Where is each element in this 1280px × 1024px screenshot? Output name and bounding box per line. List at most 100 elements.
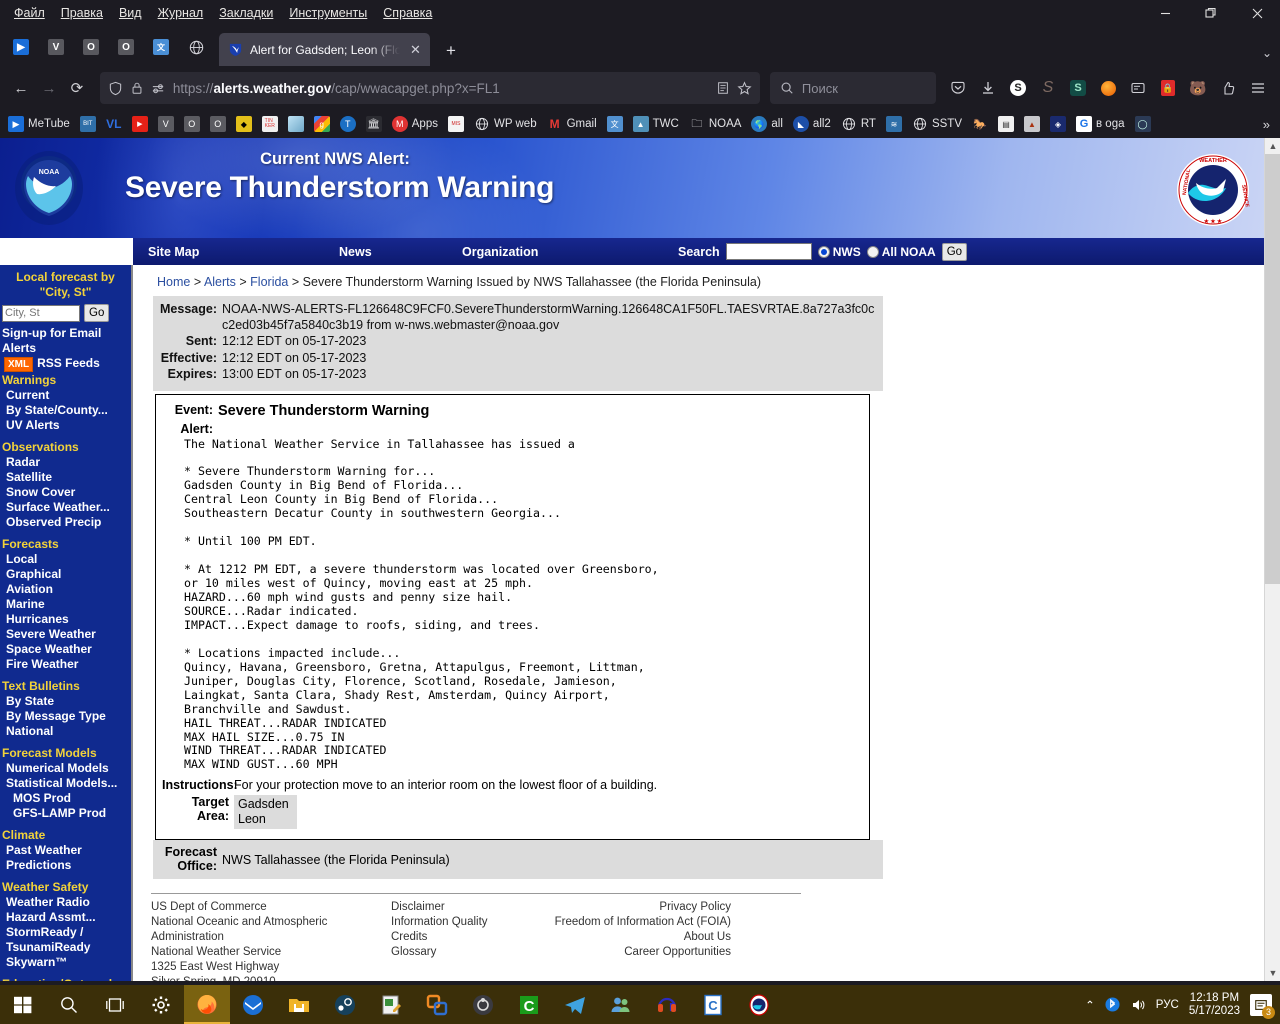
footer-link-credits[interactable]: Credits: [391, 930, 531, 945]
sidebar-item-space-weather[interactable]: Space Weather: [0, 642, 131, 657]
footer-link-privacy-policy[interactable]: Privacy Policy: [531, 900, 731, 915]
sidebar-item-observed-precip[interactable]: Observed Precip: [0, 515, 131, 530]
bookmark-v[interactable]: V: [154, 114, 178, 134]
bookmark-search-circle[interactable]: ◯: [1131, 114, 1155, 134]
sidebar-item-weather-radio[interactable]: Weather Radio: [0, 895, 131, 910]
bear-icon[interactable]: 🐻: [1184, 74, 1212, 102]
taskbar-c2-button[interactable]: C: [690, 985, 736, 1024]
start-button[interactable]: [0, 985, 46, 1024]
scroll-up-icon[interactable]: ▲: [1265, 138, 1280, 154]
tab-close-icon[interactable]: ✕: [407, 42, 424, 58]
taskbar-telegram-button[interactable]: [552, 985, 598, 1024]
bookmark-horse[interactable]: 🐎: [968, 114, 992, 134]
menu-item-tools[interactable]: Инструменты: [281, 4, 375, 22]
bluetooth-icon[interactable]: [1105, 997, 1120, 1012]
bookmark-apps[interactable]: M Apps: [388, 114, 442, 134]
nav-organization[interactable]: Organization: [462, 245, 538, 259]
bookmarks-overflow-icon[interactable]: »: [1263, 117, 1276, 132]
radio-allnoaa[interactable]: All NOAA: [866, 245, 936, 259]
site-search-input[interactable]: [725, 243, 812, 260]
taskbar-obs-button[interactable]: [460, 985, 506, 1024]
reader-view-icon[interactable]: [716, 81, 730, 95]
sidebar-item-radar[interactable]: Radar: [0, 455, 131, 470]
pinned-tab-translate[interactable]: 文: [144, 31, 178, 63]
radio-nws-button[interactable]: [817, 245, 830, 258]
sidebar-item-by-message-type[interactable]: By Message Type: [0, 709, 131, 724]
nav-site-map[interactable]: Site Map: [148, 245, 199, 259]
menu-item-history[interactable]: Журнал: [150, 4, 212, 22]
red-lock-icon[interactable]: 🔒: [1154, 74, 1182, 102]
bookmark-photo[interactable]: [284, 114, 308, 134]
bookmark-bank[interactable]: 🏛: [362, 114, 386, 134]
scroll-down-icon[interactable]: ▼: [1265, 965, 1280, 981]
bookmark-youtube[interactable]: ▶: [128, 114, 152, 134]
sidebar-item-snow-cover[interactable]: Snow Cover: [0, 485, 131, 500]
pinned-tab-o2[interactable]: O: [109, 31, 143, 63]
sidebar-item-satellite[interactable]: Satellite: [0, 470, 131, 485]
footer-link-disclaimer[interactable]: Disclaimer: [391, 900, 531, 915]
permissions-icon[interactable]: [151, 81, 166, 96]
sidebar-item-severe-weather[interactable]: Severe Weather: [0, 627, 131, 642]
sidebar-group-education-outreach[interactable]: Education/Outreach: [0, 976, 131, 981]
pinned-tab-globe[interactable]: [179, 31, 213, 63]
sidebar-item-statistical-models[interactable]: Statistical Models...: [0, 776, 131, 791]
menu-item-edit[interactable]: Правка: [53, 4, 111, 22]
bookmark-star-icon[interactable]: [737, 80, 752, 96]
bookmark-rt[interactable]: RT: [837, 114, 880, 134]
taskbar-audio-button[interactable]: [644, 985, 690, 1024]
sidebar-item-fire-weather[interactable]: Fire Weather: [0, 657, 131, 672]
sidebar-item-predictions[interactable]: Predictions: [0, 858, 131, 873]
nav-news[interactable]: News: [339, 245, 372, 259]
browser-tab-active[interactable]: Alert for Gadsden; Leon (Florida ✕: [219, 33, 430, 66]
footer-link-foia[interactable]: Freedom of Information Act (FOIA): [531, 915, 731, 930]
search-bar[interactable]: Поиск: [769, 72, 936, 104]
breadcrumb-alerts[interactable]: Alerts: [204, 275, 236, 289]
tab-list-chevron-icon[interactable]: ⌄: [1262, 46, 1272, 60]
sidebar-item-graphical[interactable]: Graphical: [0, 567, 131, 582]
footer-link-glossary[interactable]: Glossary: [391, 945, 531, 960]
menu-item-bookmarks[interactable]: Закладки: [211, 4, 281, 22]
taskbar-thunderbird-button[interactable]: [230, 985, 276, 1024]
notifications-button[interactable]: 3: [1250, 993, 1275, 1019]
app-menu-icon[interactable]: [1244, 74, 1272, 102]
bookmark-mountain[interactable]: ▲: [1020, 114, 1044, 134]
bookmark-all[interactable]: 🌎 all: [747, 114, 787, 134]
taskbar-nws-button[interactable]: [736, 985, 782, 1024]
taskbar-c-button[interactable]: C: [506, 985, 552, 1024]
bookmark-bitview[interactable]: BIT: [76, 114, 100, 134]
noaa-logo[interactable]: NOAA: [14, 150, 84, 226]
bookmark-calc[interactable]: ▤: [994, 114, 1018, 134]
sidebar-item-by-state[interactable]: By State: [0, 694, 131, 709]
thumbs-icon[interactable]: [1214, 74, 1242, 102]
sidebar-item-email-alerts[interactable]: Sign-up for Email Alerts: [0, 326, 131, 356]
menu-item-file[interactable]: Файл: [6, 4, 53, 22]
s-square-icon[interactable]: S: [1064, 74, 1092, 102]
sidebar-item-rss[interactable]: XML RSS Feeds: [0, 356, 131, 372]
orange-circle-icon[interactable]: [1094, 74, 1122, 102]
sidebar-item-surface-weather[interactable]: Surface Weather...: [0, 500, 131, 515]
new-tab-button[interactable]: +: [436, 36, 466, 66]
s-script-icon[interactable]: S: [1034, 74, 1062, 102]
bookmark-o1[interactable]: O: [180, 114, 204, 134]
bookmark-all2[interactable]: ◣ all2: [789, 114, 835, 134]
sidebar-item-gfs-lamp-prod[interactable]: GFS-LAMP Prod: [0, 806, 131, 821]
pinned-tab-v[interactable]: V: [39, 31, 73, 63]
reload-button[interactable]: ⟳: [64, 73, 90, 103]
bookmark-sign[interactable]: ◆: [232, 114, 256, 134]
s-circle-icon[interactable]: S: [1004, 74, 1032, 102]
sidebar-item-skywarn[interactable]: Skywarn™: [0, 955, 131, 970]
volume-icon[interactable]: [1130, 997, 1146, 1013]
bookmark-tinkercad[interactable]: TIN KER: [258, 114, 282, 134]
taskbar-search-button[interactable]: [46, 985, 92, 1024]
sidebar-item-numerical-models[interactable]: Numerical Models: [0, 761, 131, 776]
footer-link-about-us[interactable]: About Us: [531, 930, 731, 945]
taskbar-file-explorer-button[interactable]: [276, 985, 322, 1024]
bookmark-sstv[interactable]: SSTV: [908, 114, 966, 134]
footer-link-careers[interactable]: Career Opportunities: [531, 945, 731, 960]
shield-icon[interactable]: [108, 81, 123, 96]
sidebar-item-by-state-county[interactable]: By State/County...: [0, 403, 131, 418]
sidebar-item-aviation[interactable]: Aviation: [0, 582, 131, 597]
bookmark-twc[interactable]: ▲ TWC: [629, 114, 683, 134]
bookmark-mis[interactable]: MIS: [444, 114, 468, 134]
taskbar-firefox-button[interactable]: [184, 985, 230, 1024]
